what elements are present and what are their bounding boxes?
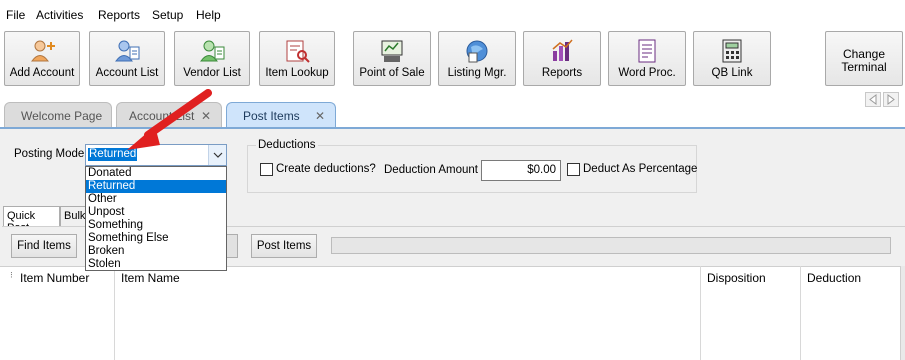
menu-file[interactable]: File xyxy=(6,8,25,22)
add-account-icon xyxy=(31,40,55,62)
change-terminal-button[interactable]: Change Terminal xyxy=(825,31,903,86)
tab-quick-post[interactable]: Quick Post xyxy=(3,206,60,234)
column-item-number[interactable]: Item Number xyxy=(14,266,114,360)
option-other[interactable]: Other xyxy=(86,193,226,206)
add-account-button[interactable]: Add Account xyxy=(4,31,80,86)
account-list-label: Account List xyxy=(95,67,159,79)
account-list-icon xyxy=(115,40,140,62)
menu-bar: File Activities Reports Setup Help xyxy=(0,0,905,28)
deductions-title: Deductions xyxy=(256,139,318,151)
option-donated[interactable]: Donated xyxy=(86,167,226,180)
qb-link-icon xyxy=(722,39,742,63)
deduction-amount-input[interactable]: $0.00 xyxy=(481,160,561,181)
dropdown-button[interactable] xyxy=(208,145,226,165)
posting-mode-dropdown-list: Donated Returned Other Unpost Something … xyxy=(85,166,227,271)
deduct-percentage-label: Deduct As Percentage xyxy=(583,163,698,175)
tab-welcome-page[interactable]: Welcome Page xyxy=(4,102,112,128)
listing-manager-label: Listing Mgr. xyxy=(447,67,507,79)
post-items-button[interactable]: Post Items xyxy=(251,234,317,258)
add-account-label: Add Account xyxy=(9,67,75,79)
grid-scrollbar[interactable] xyxy=(900,266,905,360)
item-lookup-button[interactable]: Item Lookup xyxy=(259,31,335,86)
option-something-else[interactable]: Something Else xyxy=(86,232,226,245)
main-toolbar: Add Account Account List Vendor List Ite… xyxy=(0,28,905,90)
menu-setup[interactable]: Setup xyxy=(152,8,183,22)
posting-mode-select[interactable]: Returned xyxy=(85,144,227,166)
word-processor-button[interactable]: Word Proc. xyxy=(608,31,686,86)
reports-button[interactable]: Reports xyxy=(523,31,601,86)
tab-welcome-page-label: Welcome Page xyxy=(21,109,103,123)
listing-manager-button[interactable]: Listing Mgr. xyxy=(438,31,516,86)
option-unpost[interactable]: Unpost xyxy=(86,206,226,219)
hidden-button[interactable] xyxy=(226,234,238,258)
document-tabs: Welcome Page Account List ✕ Post Items ✕ xyxy=(0,100,905,128)
option-broken[interactable]: Broken xyxy=(86,245,226,258)
qb-link-label: QB Link xyxy=(711,67,753,79)
qb-link-button[interactable]: QB Link xyxy=(693,31,771,86)
column-disposition[interactable]: Disposition xyxy=(700,266,800,360)
change-terminal-line2: Terminal xyxy=(841,60,887,74)
create-deductions-label: Create deductions? xyxy=(276,163,376,175)
create-deductions-checkbox[interactable] xyxy=(260,163,273,176)
close-icon[interactable]: ✕ xyxy=(315,109,325,123)
option-returned[interactable]: Returned xyxy=(86,180,226,193)
reports-label: Reports xyxy=(541,67,583,79)
column-item-name[interactable]: Item Name xyxy=(114,266,700,360)
tab-post-items[interactable]: Post Items ✕ xyxy=(226,102,336,128)
tab-account-list-label: Account List xyxy=(129,109,195,123)
post-progress-bar xyxy=(331,237,891,254)
find-items-button[interactable]: Find Items xyxy=(11,234,77,258)
deduction-amount-label: Deduction Amount xyxy=(384,164,478,176)
vendor-list-label: Vendor List xyxy=(183,67,241,79)
menu-reports[interactable]: Reports xyxy=(98,8,140,22)
word-processor-icon xyxy=(638,39,656,63)
point-of-sale-label: Point of Sale xyxy=(359,67,425,79)
tab-account-list[interactable]: Account List ✕ xyxy=(116,102,222,128)
menu-help[interactable]: Help xyxy=(196,8,221,22)
word-processor-label: Word Proc. xyxy=(618,67,676,79)
close-icon[interactable]: ✕ xyxy=(201,109,211,123)
deduct-percentage-checkbox[interactable] xyxy=(567,163,580,176)
option-something[interactable]: Something xyxy=(86,219,226,232)
listing-manager-icon xyxy=(466,40,488,63)
vendor-list-button[interactable]: Vendor List xyxy=(174,31,250,86)
vendor-list-icon xyxy=(200,40,225,62)
column-deduction[interactable]: Deduction xyxy=(800,266,900,360)
chevron-down-icon xyxy=(213,152,223,158)
posting-mode-label: Posting Mode xyxy=(14,148,85,160)
posting-mode-value: Returned xyxy=(88,148,138,161)
sort-indicator-icon: ⁝ xyxy=(10,270,13,280)
point-of-sale-button[interactable]: Point of Sale xyxy=(353,31,431,86)
point-of-sale-icon xyxy=(381,40,403,62)
menu-activities[interactable]: Activities xyxy=(36,8,83,22)
tab-post-items-label: Post Items xyxy=(243,109,300,123)
account-list-button[interactable]: Account List xyxy=(89,31,165,86)
option-stolen[interactable]: Stolen xyxy=(86,258,226,271)
item-lookup-icon xyxy=(286,40,310,63)
item-lookup-label: Item Lookup xyxy=(265,67,329,79)
reports-icon xyxy=(552,39,573,61)
